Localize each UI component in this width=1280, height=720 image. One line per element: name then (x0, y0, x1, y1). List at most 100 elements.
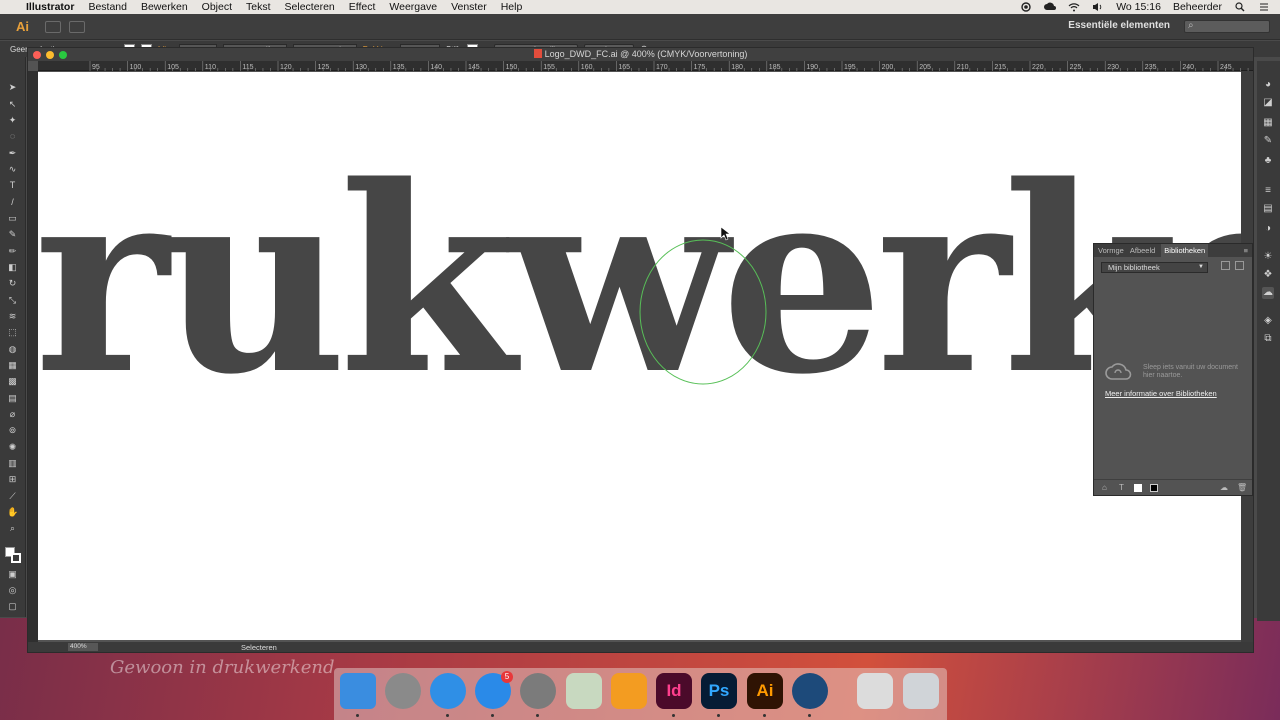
sync-icon[interactable]: ☁ (1220, 483, 1228, 492)
scale-tool-icon[interactable]: ⤡ (7, 295, 18, 306)
zoom-tool-icon[interactable]: ⌕ (7, 523, 18, 534)
free-transform-tool-icon[interactable]: ⬚ (7, 327, 18, 338)
arrange-documents-button[interactable] (69, 20, 85, 33)
menu-venster[interactable]: Venster (451, 0, 487, 14)
gradient-tool-icon[interactable]: ▤ (7, 393, 18, 404)
pen-tool-icon[interactable]: ✒ (7, 148, 18, 159)
dock-app-prullenmand[interactable] (903, 673, 939, 709)
creative-cloud-icon[interactable] (1044, 2, 1057, 12)
rectangle-tool-icon[interactable]: ▭ (7, 213, 18, 224)
tab-afbeeldingen[interactable]: Afbeeld (1130, 246, 1155, 255)
workspace-switcher[interactable]: Essentiële elementen (1068, 20, 1170, 31)
menu-tekst[interactable]: Tekst (246, 0, 271, 14)
symbols-panel-icon[interactable]: ♣ (1262, 155, 1274, 167)
draw-mode-icon[interactable]: ◎ (7, 585, 18, 596)
logo-artwork[interactable]: rukwerkd (38, 72, 1243, 640)
blend-tool-icon[interactable]: ⊚ (7, 425, 18, 436)
add-text-icon[interactable]: T (1119, 483, 1124, 492)
color-panel-icon[interactable]: ◕ (1262, 79, 1274, 91)
spotlight-icon[interactable] (1234, 2, 1246, 12)
document-tab[interactable]: Logo_DWD_FC.ai @ 400% (CMYK/Voorvertonin… (28, 48, 1253, 61)
zoom-window-button[interactable] (59, 51, 67, 59)
zoom-level-field[interactable]: 400% (68, 643, 98, 651)
menu-bestand[interactable]: Bestand (88, 0, 127, 14)
status-text[interactable]: Selecteren (241, 643, 277, 652)
menu-effect[interactable]: Effect (349, 0, 376, 14)
library-select[interactable]: Mijn bibliotheek ▼ (1101, 262, 1208, 273)
eraser-tool-icon[interactable]: ◧ (7, 262, 18, 273)
screen-mode-icon[interactable]: ▢ (7, 601, 18, 612)
stroke-color-swatch[interactable] (11, 553, 21, 563)
slice-tool-icon[interactable]: ⟋ (7, 491, 18, 502)
list-view-icon[interactable] (1235, 261, 1244, 270)
horizontal-ruler[interactable]: 95 100 105 110 115 120 125 130 135 140 145 150 155 16… (38, 61, 1253, 71)
artboard-canvas[interactable]: rukwerkd (38, 72, 1243, 640)
menubar-clock[interactable]: Wo 15:16 (1116, 1, 1161, 13)
tab-vormgeving[interactable]: Vormge (1098, 246, 1124, 255)
dock-app-indesign[interactable]: Id (656, 673, 692, 709)
pencil-tool-icon[interactable]: ✏ (7, 246, 18, 257)
paintbrush-tool-icon[interactable]: ✎ (7, 229, 18, 240)
dock-app-illustrator[interactable]: Ai (747, 673, 783, 709)
menu-illustrator[interactable]: Illustrator (26, 0, 74, 14)
record-icon[interactable] (1020, 2, 1032, 12)
column-graph-tool-icon[interactable]: ▥ (7, 458, 18, 469)
logo-text[interactable]: rukwerkd (38, 131, 1243, 431)
lasso-tool-icon[interactable]: ◌ (7, 131, 18, 142)
help-search-input[interactable]: ⌕ (1184, 20, 1270, 33)
dock-app-systeemvoorkeuren[interactable] (520, 673, 556, 709)
dock-app-preview[interactable] (566, 673, 602, 709)
dock-app-documenten[interactable] (857, 673, 893, 709)
dock-app-finder[interactable] (340, 673, 376, 709)
dock-app-photoshop[interactable]: Ps (701, 673, 737, 709)
layers-panel-icon[interactable]: ◈ (1262, 315, 1274, 327)
libraries-panel-icon[interactable]: ☁ (1262, 287, 1274, 299)
wifi-icon[interactable] (1068, 2, 1080, 12)
libraries-help-link[interactable]: Meer informatie over Bibliotheken (1105, 389, 1217, 398)
vertical-ruler[interactable] (28, 71, 38, 642)
add-content-icon[interactable]: ⌂ (1102, 483, 1107, 492)
magic-wand-tool-icon[interactable]: ✦ (7, 115, 18, 126)
menu-selecteren[interactable]: Selecteren (285, 0, 335, 14)
swatches-panel-icon[interactable]: ▦ (1262, 117, 1274, 129)
warp-tool-icon[interactable]: ≋ (7, 311, 18, 322)
brushes-panel-icon[interactable]: ✎ (1262, 135, 1274, 147)
graphic-styles-icon[interactable]: ❖ (1262, 269, 1274, 281)
bridge-button[interactable] (45, 20, 61, 33)
dock-app-app-store[interactable]: 5 (475, 671, 513, 709)
symbol-sprayer-tool-icon[interactable]: ✺ (7, 442, 18, 453)
direct-selection-tool-icon[interactable]: ↖ (7, 99, 18, 110)
rotate-tool-icon[interactable]: ↻ (7, 278, 18, 289)
perspective-grid-tool-icon[interactable]: ▦ (7, 360, 18, 371)
tab-bibliotheken[interactable]: Bibliotheken (1161, 244, 1209, 257)
close-window-button[interactable] (33, 51, 41, 59)
menu-object[interactable]: Object (202, 0, 232, 14)
type-tool-icon[interactable]: T (7, 180, 18, 191)
stroke-panel-icon[interactable]: ≡ (1262, 185, 1274, 197)
gradient-panel-icon[interactable]: ▤ (1262, 203, 1274, 215)
eyedropper-tool-icon[interactable]: ⌀ (7, 409, 18, 420)
transparency-panel-icon[interactable]: ◑ (1262, 223, 1274, 235)
curvature-tool-icon[interactable]: ∿ (7, 164, 18, 175)
selection-tool-icon[interactable]: ➤ (7, 82, 18, 93)
minimize-window-button[interactable] (46, 51, 54, 59)
hand-tool-icon[interactable]: ✋ (7, 507, 18, 518)
menu-weergave[interactable]: Weergave (389, 0, 437, 14)
menu-bewerken[interactable]: Bewerken (141, 0, 188, 14)
appearance-panel-icon[interactable]: ☀ (1262, 251, 1274, 263)
dock-app-launchpad[interactable] (385, 673, 421, 709)
dock-app-quicktime[interactable] (792, 673, 828, 709)
shape-builder-tool-icon[interactable]: ◍ (7, 344, 18, 355)
notification-center-icon[interactable] (1258, 2, 1270, 12)
dock-app-ibooks[interactable] (611, 673, 647, 709)
panel-menu-icon[interactable]: ≡ (1244, 246, 1248, 255)
menubar-user[interactable]: Beheerder (1173, 1, 1222, 13)
grid-view-icon[interactable] (1221, 261, 1230, 270)
add-stroke-icon[interactable] (1150, 484, 1158, 492)
artboards-panel-icon[interactable]: ⧉ (1262, 333, 1274, 345)
line-tool-icon[interactable]: / (7, 197, 18, 208)
mesh-tool-icon[interactable]: ▩ (7, 376, 18, 387)
add-fill-icon[interactable] (1134, 484, 1142, 492)
dock-app-safari[interactable] (430, 673, 466, 709)
color-mode-icon[interactable]: ▣ (7, 569, 18, 580)
